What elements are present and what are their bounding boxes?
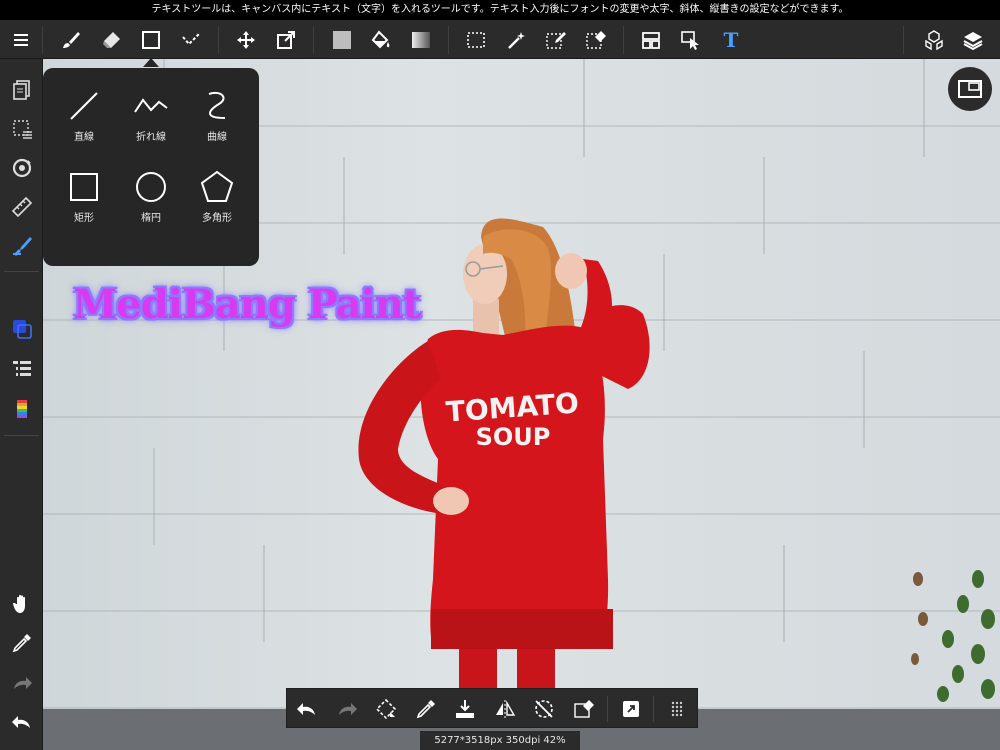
move-icon[interactable]	[233, 27, 259, 53]
clear-icon	[574, 700, 594, 718]
3d-cube-icon[interactable]	[921, 27, 947, 53]
eyedropper-button[interactable]	[413, 696, 439, 722]
shape-label: 多角形	[202, 213, 232, 224]
ellipse-icon	[136, 172, 166, 202]
shape-icon[interactable]	[138, 27, 164, 53]
shape-curve-button[interactable]: 曲線	[185, 78, 249, 150]
transform-button[interactable]	[373, 696, 399, 722]
eraser-icon[interactable]	[98, 27, 124, 53]
layers-icon[interactable]	[960, 27, 986, 53]
text-tool-glyph: T	[723, 28, 739, 52]
popup-caret	[143, 58, 159, 67]
shape-label: 楕円	[141, 213, 161, 224]
brush-icon[interactable]	[58, 27, 84, 53]
undo-button[interactable]	[294, 696, 320, 722]
left-sidebar	[0, 59, 43, 750]
shape-polygon-button[interactable]: 多角形	[185, 159, 249, 231]
navigator-icon	[958, 80, 982, 98]
text-icon[interactable]: T	[718, 27, 744, 53]
shape-ellipse-button[interactable]: 楕円	[119, 159, 183, 231]
clear-button[interactable]	[571, 696, 597, 722]
line-icon	[70, 92, 98, 120]
undo-icon[interactable]	[8, 708, 35, 735]
quick-menu-icon	[623, 701, 639, 717]
grid-icon	[671, 701, 683, 717]
transform-icon[interactable]	[273, 27, 299, 53]
polyline-icon	[134, 98, 168, 113]
rotate-icon[interactable]	[8, 154, 35, 181]
pages-icon[interactable]	[8, 76, 35, 103]
ruler-icon[interactable]	[8, 193, 35, 220]
redo-icon[interactable]	[8, 669, 35, 696]
top-toolbar: T	[0, 20, 1000, 59]
shape-label: 直線	[74, 132, 94, 143]
hamburger-icon[interactable]	[8, 27, 34, 53]
polygon-icon	[200, 170, 234, 202]
fill-color-icon[interactable]	[329, 27, 355, 53]
shape-label: 矩形	[74, 213, 94, 224]
navigator-button[interactable]	[948, 67, 992, 111]
shape-label: 折れ線	[136, 132, 166, 143]
shape-polyline-button[interactable]: 折れ線	[119, 78, 183, 150]
flip-icon	[496, 700, 516, 718]
layer-list-icon[interactable]	[8, 355, 35, 382]
select-pen-icon[interactable]	[543, 27, 569, 53]
shape-label: 曲線	[207, 132, 227, 143]
flip-button[interactable]	[492, 696, 518, 722]
rotate-reset-icon	[535, 700, 553, 718]
save-icon	[456, 700, 474, 718]
shape-popup: 直線 折れ線 曲線 矩形 楕円 多角形	[43, 68, 259, 266]
bucket-icon[interactable]	[368, 27, 394, 53]
transform-icon	[375, 698, 397, 720]
eyedropper-icon[interactable]	[8, 629, 35, 656]
canvas-info: 5277*3518px 350dpi 42%	[420, 731, 580, 750]
redo-button[interactable]	[334, 696, 360, 722]
canvas-text-title[interactable]: MediBang Paint	[73, 281, 421, 328]
dot-icon[interactable]	[178, 27, 204, 53]
grid-button[interactable]	[664, 696, 690, 722]
save-button[interactable]	[452, 696, 478, 722]
magic-wand-icon[interactable]	[503, 27, 529, 53]
status-hint: テキストツールは、キャンバス内にテキスト（文字）を入れるツールです。テキスト入力…	[0, 0, 1000, 20]
pen-color-icon[interactable]	[8, 232, 35, 259]
hand-icon[interactable]	[8, 590, 35, 617]
color-palette-icon[interactable]	[8, 395, 35, 422]
quick-menu-button[interactable]	[618, 696, 644, 722]
select-eraser-icon[interactable]	[583, 27, 609, 53]
shape-rectangle-button[interactable]: 矩形	[52, 159, 116, 231]
color-layers-icon[interactable]	[8, 315, 35, 342]
gradient-icon[interactable]	[408, 27, 434, 53]
snap-icon[interactable]	[638, 27, 664, 53]
curve-icon	[208, 92, 226, 119]
selection-icon[interactable]	[8, 115, 35, 142]
bottom-toolbar	[286, 688, 698, 728]
shirt-text-line2: SOUP	[476, 423, 551, 451]
eyedropper-icon	[416, 700, 435, 719]
undo-icon	[297, 703, 315, 715]
shape-line-button[interactable]: 直線	[52, 78, 116, 150]
rectangle-icon	[70, 173, 98, 201]
select-icon[interactable]	[463, 27, 489, 53]
redo-icon	[339, 703, 357, 715]
rotate-reset-button[interactable]	[531, 696, 557, 722]
operate-icon[interactable]	[678, 27, 704, 53]
